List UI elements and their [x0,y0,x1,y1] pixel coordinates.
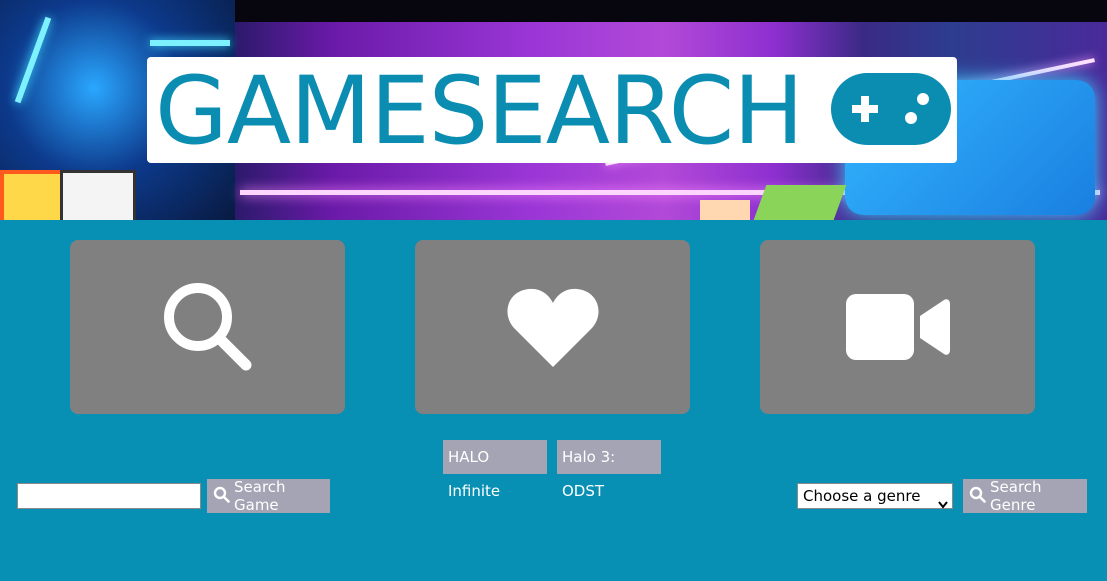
hero-neon-stripe [150,40,230,46]
game-button-halo-3-odst[interactable]: Halo 3: ODST [557,440,661,500]
search-game-button[interactable]: Search Game [207,478,330,514]
videos-tile[interactable] [760,240,1035,414]
site-logo: GAMESEARCH [147,57,957,166]
game-search-input[interactable] [17,483,201,509]
logo-text: GAMESEARCH [155,57,804,166]
search-tile[interactable] [70,240,345,414]
genre-select[interactable]: Choose a genre [797,483,953,509]
search-icon [160,279,256,375]
hero-top-shadow [235,0,1107,22]
search-genre-label: Search Genre [990,478,1042,514]
hero-sign [60,170,136,220]
search-genre-button[interactable]: Search Genre [963,478,1087,514]
hero-block [700,200,750,220]
gamepad-icon [831,73,951,145]
search-icon [969,486,986,507]
search-game-label: Search Game [234,478,286,514]
search-icon [213,486,230,507]
video-camera-icon [845,292,950,362]
game-button-halo-infinite[interactable]: HALO Infinite [443,440,547,500]
heart-icon [505,285,601,369]
chevron-down-icon [938,492,948,516]
genre-select-value: Choose a genre [803,487,921,505]
hero-block [753,185,847,220]
favorites-tile[interactable] [415,240,690,414]
